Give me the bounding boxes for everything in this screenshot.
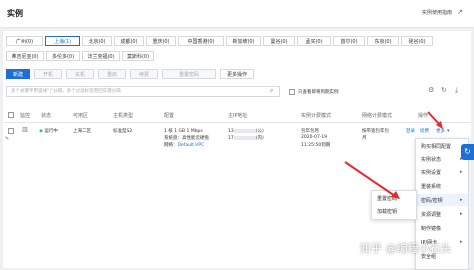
annotation-arrows [344, 111, 443, 199]
watermark: 知乎 @编程小石头 [360, 242, 452, 255]
assistant-button[interactable]: ↻ [461, 144, 474, 160]
refresh-icon: ↻ [464, 147, 471, 156]
